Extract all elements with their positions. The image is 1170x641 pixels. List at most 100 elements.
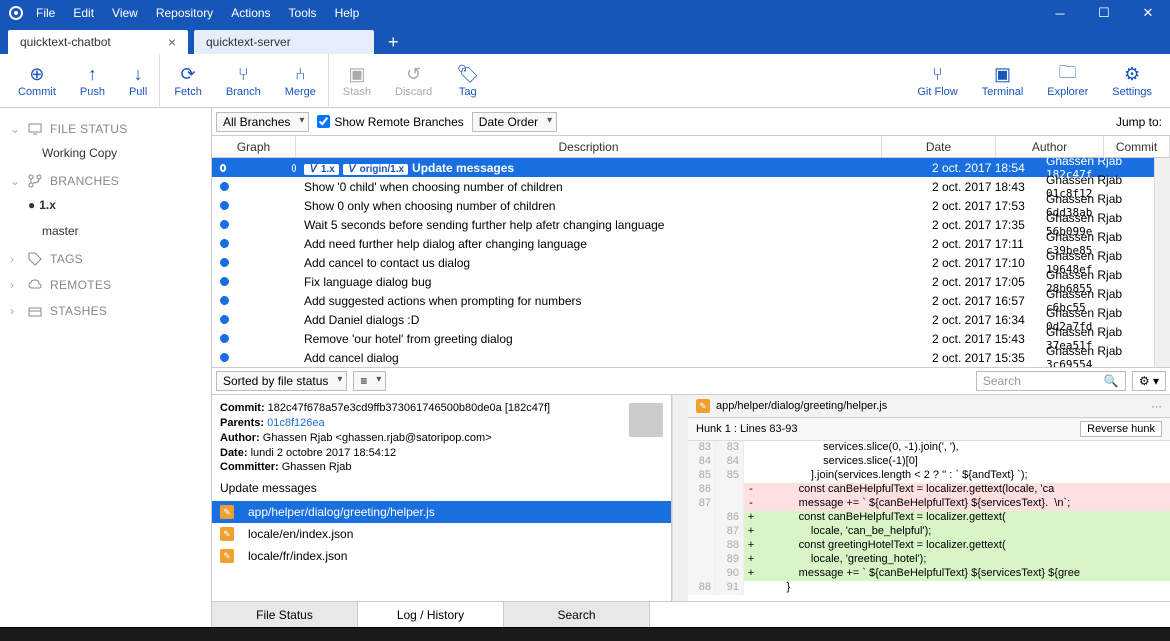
pull-button[interactable]: ↓Pull — [117, 54, 159, 107]
code-text: const greetingHotelText = localizer.gett… — [758, 539, 1170, 553]
tag-icon: 🏷 — [456, 64, 479, 86]
graph-node-icon — [220, 201, 229, 210]
parent-link[interactable]: 01c8f126ea — [267, 417, 325, 429]
commit-hash: 3c69554 — [1046, 358, 1108, 367]
gitflow-button[interactable]: ⑂Git Flow — [905, 54, 969, 107]
merge-icon: ⑃ — [295, 64, 306, 86]
commit-message: Add need further help dialog after chang… — [304, 237, 587, 251]
commit-button[interactable]: ⊕Commit — [6, 54, 68, 107]
repo-tab[interactable]: quicktext-chatbot× — [8, 30, 188, 54]
diff-sign: - — [744, 497, 758, 511]
toolbar-label: Git Flow — [917, 86, 957, 98]
header-date[interactable]: Date — [882, 136, 996, 157]
maximize-button[interactable]: ☐ — [1082, 0, 1126, 26]
commit-row[interactable]: Fix language dialog bug2 oct. 2017 17:05… — [212, 272, 1154, 291]
commit-row[interactable]: Show '0 child' when choosing number of c… — [212, 177, 1154, 196]
header-description[interactable]: Description — [296, 136, 882, 157]
sidebar-label: FILE STATUS — [50, 122, 128, 136]
commit-message: Add cancel dialog — [304, 351, 399, 365]
meta-label: Commit: — [220, 402, 265, 414]
menu-help[interactable]: Help — [335, 6, 360, 20]
view-mode-select[interactable]: ≡ — [353, 371, 386, 391]
push-button[interactable]: ↑Push — [68, 54, 117, 107]
chevron-down-icon: ⌄ — [10, 122, 20, 136]
commit-row[interactable]: Add cancel dialog2 oct. 2017 15:35Ghasse… — [212, 348, 1154, 367]
toolbar-label: Stash — [343, 86, 371, 98]
bottom-tab-file-status[interactable]: File Status — [212, 602, 358, 627]
menu-file[interactable]: File — [36, 6, 55, 20]
header-commit[interactable]: Commit — [1104, 136, 1170, 157]
bottom-tab-log-history[interactable]: Log / History — [358, 602, 504, 627]
commit-row[interactable]: Show 0 only when choosing number of chil… — [212, 196, 1154, 215]
changed-file-row[interactable]: ✎app/helper/dialog/greeting/helper.js — [212, 501, 671, 523]
commit-row[interactable]: Wait 5 seconds before sending further he… — [212, 215, 1154, 234]
menu-tools[interactable]: Tools — [289, 6, 317, 20]
diff-sign — [744, 455, 758, 469]
terminal-button[interactable]: ▣Terminal — [970, 54, 1036, 107]
line-number-old — [688, 525, 716, 539]
tag-button[interactable]: 🏷Tag — [444, 54, 491, 107]
code-text: const canBeHelpfulText = localizer.gette… — [758, 483, 1170, 497]
bottom-tab-search[interactable]: Search — [504, 602, 650, 627]
menu-actions[interactable]: Actions — [231, 6, 270, 20]
show-remote-checkbox[interactable]: Show Remote Branches — [317, 115, 463, 129]
merge-button[interactable]: ⑃Merge — [273, 54, 328, 107]
modified-icon: ✎ — [220, 527, 234, 541]
changed-file-row[interactable]: ✎locale/en/index.json — [212, 523, 671, 545]
repo-tab[interactable]: quicktext-server — [194, 30, 374, 54]
commit-row[interactable]: Add need further help dialog after chang… — [212, 234, 1154, 253]
diff-line: 8383 services.slice(0, -1).join(', '), — [688, 441, 1170, 455]
commit-row[interactable]: Add cancel to contact us dialog2 oct. 20… — [212, 253, 1154, 272]
commit-row[interactable]: 𝘝1.x𝘝origin/1.xUpdate messages2 oct. 201… — [212, 158, 1154, 177]
header-author[interactable]: Author — [996, 136, 1104, 157]
settings-dropdown[interactable]: ⚙ ▾ — [1132, 371, 1166, 391]
diff-line: 88+ const greetingHotelText = localizer.… — [688, 539, 1170, 553]
branch-button[interactable]: ⑂Branch — [214, 54, 273, 107]
fetch-button[interactable]: ⟳Fetch — [159, 54, 214, 107]
branch-filter-select[interactable]: All Branches — [216, 112, 309, 132]
sidebar-branch-item[interactable]: master — [0, 218, 211, 244]
reverse-hunk-button[interactable]: Reverse hunk — [1080, 421, 1162, 437]
more-icon[interactable]: ⋯ — [1151, 400, 1162, 413]
menu-view[interactable]: View — [112, 6, 138, 20]
scrollbar-vertical[interactable] — [1154, 158, 1170, 367]
graph-node-icon — [220, 353, 229, 362]
sidebar-item-working-copy[interactable]: Working Copy — [0, 140, 211, 166]
graph-node-icon — [220, 334, 229, 343]
commit-row[interactable]: Add suggested actions when prompting for… — [212, 291, 1154, 310]
close-button[interactable]: ✕ — [1126, 0, 1170, 26]
scrollbar-vertical[interactable] — [672, 395, 688, 601]
sidebar-branch-item[interactable]: ●1.x — [0, 192, 211, 218]
commit-date: 2 oct. 2017 15:43 — [932, 332, 1046, 346]
graph-node-icon — [220, 182, 229, 191]
sidebar-section-stashes[interactable]: › STASHES — [0, 296, 211, 322]
checkbox-input[interactable] — [317, 115, 330, 128]
title-bar: File Edit View Repository Actions Tools Help ─… — [0, 0, 1170, 26]
explorer-button[interactable]: 🗀Explorer — [1035, 54, 1100, 107]
changed-file-row[interactable]: ✎locale/fr/index.json — [212, 545, 671, 567]
app-logo-icon — [6, 3, 26, 23]
commit-row[interactable]: Add Daniel dialogs :D2 oct. 2017 16:34Gh… — [212, 310, 1154, 329]
menu-repository[interactable]: Repository — [156, 6, 213, 20]
menu-edit[interactable]: Edit — [73, 6, 94, 20]
line-number-new: 91 — [716, 581, 744, 595]
order-select[interactable]: Date Order — [472, 112, 557, 132]
diff-sign — [744, 469, 758, 483]
commit-row[interactable]: Remove 'our hotel' from greeting dialog2… — [212, 329, 1154, 348]
sidebar-section-file-status[interactable]: ⌄ FILE STATUS — [0, 114, 211, 140]
minimize-button[interactable]: ─ — [1038, 0, 1082, 26]
discard-icon: ↺ — [406, 64, 421, 86]
sidebar-section-branches[interactable]: ⌄ BRANCHES — [0, 166, 211, 192]
close-icon[interactable]: × — [168, 34, 176, 50]
search-input[interactable]: Search 🔍 — [976, 371, 1126, 391]
diff-file-path: ✎ app/helper/dialog/greeting/helper.js ⋯ — [688, 395, 1170, 418]
sidebar-section-remotes[interactable]: › REMOTES — [0, 270, 211, 296]
sort-select[interactable]: Sorted by file status — [216, 371, 347, 391]
add-tab-button[interactable]: + — [380, 30, 407, 54]
header-graph[interactable]: Graph — [212, 136, 296, 157]
commit-message: Show '0 child' when choosing number of c… — [304, 180, 563, 194]
settings-button[interactable]: ⚙Settings — [1100, 54, 1164, 107]
sidebar-section-tags[interactable]: › TAGS — [0, 244, 211, 270]
graph-node-icon — [220, 239, 229, 248]
search-icon: 🔍 — [1104, 374, 1119, 388]
